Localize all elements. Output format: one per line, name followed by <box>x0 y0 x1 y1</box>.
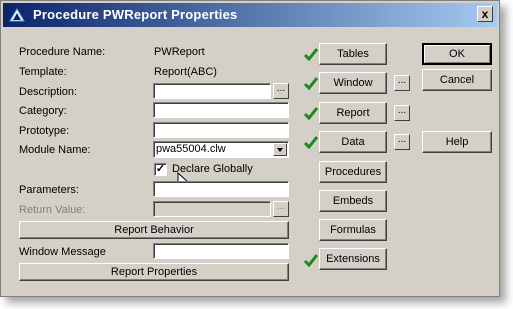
embeds-label: Embeds <box>332 195 374 207</box>
procedures-label: Procedures <box>324 166 382 178</box>
extensions-button[interactable]: Extensions <box>319 248 387 270</box>
formulas-button[interactable]: Formulas <box>319 219 387 241</box>
report-behavior-label: Report Behavior <box>114 224 194 236</box>
category-field[interactable] <box>153 102 289 118</box>
close-button[interactable]: x <box>477 6 493 22</box>
formulas-label: Formulas <box>330 224 376 236</box>
tables-label: Tables <box>337 48 369 60</box>
description-ellipsis-button[interactable]: ... <box>273 83 289 99</box>
parameters-label: Parameters: <box>19 184 79 196</box>
window-message-label: Window Message <box>19 246 106 258</box>
report-ellipsis-button[interactable]: ... <box>394 105 410 121</box>
chevron-down-icon[interactable] <box>273 143 287 156</box>
window-ellipsis-button[interactable]: ... <box>394 75 410 91</box>
checkmark-icon <box>303 136 319 150</box>
checkmark-icon <box>303 77 319 91</box>
extensions-label: Extensions <box>326 253 380 265</box>
checkmark-icon <box>303 107 319 121</box>
help-label: Help <box>445 136 469 148</box>
report-label: Report <box>336 107 370 119</box>
procedures-button[interactable]: Procedures <box>319 161 387 183</box>
template-label: Template: <box>19 66 67 78</box>
return-value-ellipsis-button: ... <box>273 201 289 217</box>
description-field[interactable] <box>153 83 271 99</box>
report-behavior-button[interactable]: Report Behavior <box>19 221 289 239</box>
procedure-name-label: Procedure Name: <box>19 46 106 58</box>
window-label: Window <box>333 77 373 89</box>
return-value-field <box>153 201 271 217</box>
window-button[interactable]: Window <box>319 72 387 94</box>
module-name-value: pwa55004.clw <box>156 143 226 155</box>
help-button[interactable]: Help <box>422 131 492 153</box>
module-name-select[interactable]: pwa55004.clw <box>153 141 289 158</box>
ok-label: OK <box>449 48 465 60</box>
return-value-label: Return Value: <box>19 204 86 216</box>
window-title: Procedure PWReport Properties <box>33 7 238 22</box>
embeds-button[interactable]: Embeds <box>319 190 387 212</box>
data-button[interactable]: Data <box>319 131 387 153</box>
properties-dialog: Procedure PWReport Properties x Procedur… <box>0 0 500 297</box>
prototype-label: Prototype: <box>19 125 70 137</box>
category-label: Category: <box>19 105 67 117</box>
module-name-label: Module Name: <box>19 144 91 156</box>
template-value: Report(ABC) <box>154 66 217 78</box>
app-triangle-icon <box>9 8 25 22</box>
checkmark-icon <box>303 254 319 268</box>
window-message-field[interactable] <box>153 243 289 259</box>
data-ellipsis-button[interactable]: ... <box>394 134 410 150</box>
prototype-field[interactable] <box>153 122 289 138</box>
cancel-button[interactable]: Cancel <box>422 69 492 91</box>
description-label: Description: <box>19 86 78 98</box>
report-properties-button[interactable]: Report Properties <box>19 263 289 281</box>
parameters-field[interactable] <box>153 181 289 197</box>
report-button[interactable]: Report <box>319 102 387 124</box>
checkmark-icon <box>303 48 319 62</box>
procedure-name-value: PWReport <box>154 46 205 58</box>
cancel-label: Cancel <box>439 74 475 86</box>
tables-button[interactable]: Tables <box>319 43 387 65</box>
ok-button[interactable]: OK <box>422 43 492 65</box>
title-bar[interactable]: Procedure PWReport Properties x <box>3 3 497 27</box>
declare-globally-checkbox[interactable]: ✓ <box>154 163 167 176</box>
report-properties-label: Report Properties <box>110 266 198 278</box>
data-label: Data <box>341 136 365 148</box>
